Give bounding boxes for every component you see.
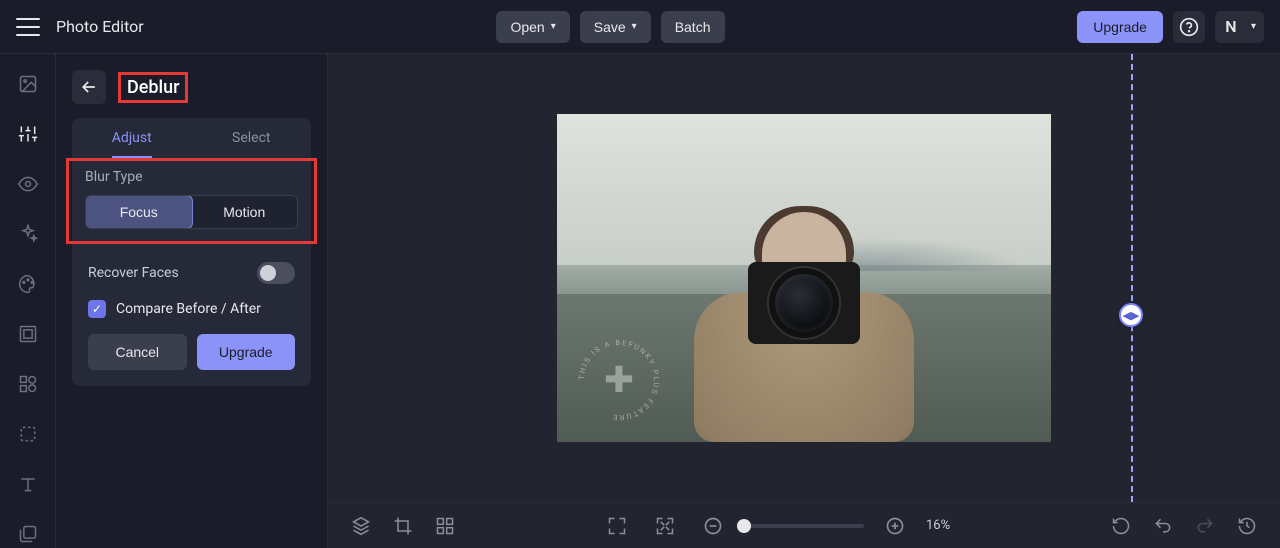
compare-label: Compare Before / After <box>116 301 261 317</box>
tab-select[interactable]: Select <box>192 118 312 158</box>
zoom-in-button[interactable] <box>878 509 912 543</box>
fit-screen-button[interactable] <box>600 509 634 543</box>
chevron-down-icon: ▾ <box>551 21 556 32</box>
upgrade-button-panel[interactable]: Upgrade <box>197 334 296 370</box>
top-bar: Photo Editor Open▾ Save▾ Batch Upgrade N… <box>0 0 1280 54</box>
back-button[interactable] <box>72 70 106 104</box>
crop-tool-button[interactable] <box>386 509 420 543</box>
blur-type-label: Blur Type <box>85 169 298 185</box>
plus-icon: ✚ <box>604 359 634 401</box>
panel-title-annotation: Deblur <box>118 72 188 103</box>
grid-button[interactable] <box>428 509 462 543</box>
account-menu[interactable]: N ▾ <box>1215 11 1264 43</box>
rail-crop-icon[interactable] <box>14 420 42 448</box>
zoom-percentage: 16% <box>926 518 966 533</box>
app-title: Photo Editor <box>56 17 144 36</box>
blur-type-focus[interactable]: Focus <box>85 195 193 229</box>
upgrade-button-top[interactable]: Upgrade <box>1077 11 1163 43</box>
help-icon[interactable] <box>1173 11 1205 43</box>
zoom-out-button[interactable] <box>696 509 730 543</box>
layers-button[interactable] <box>344 509 378 543</box>
rail-shapes-icon[interactable] <box>14 370 42 398</box>
history-button[interactable] <box>1230 509 1264 543</box>
watermark-badge: THIS IS A BEFUNKY PLUS FEATURE ✚ <box>573 334 665 426</box>
panel-tabs: Adjust Select <box>72 118 311 158</box>
avatar: N <box>1215 11 1247 43</box>
blur-type-motion[interactable]: Motion <box>192 196 298 228</box>
photo: THIS IS A BEFUNKY PLUS FEATURE ✚ <box>557 114 1051 442</box>
canvas-area: THIS IS A BEFUNKY PLUS FEATURE ✚ ◀▶ <box>328 54 1280 548</box>
batch-button[interactable]: Batch <box>661 11 725 43</box>
rail-image-icon[interactable] <box>14 70 42 98</box>
canvas-viewport[interactable]: THIS IS A BEFUNKY PLUS FEATURE ✚ <box>328 54 1280 502</box>
panel-title: Deblur <box>127 77 179 98</box>
compare-divider <box>1131 54 1133 502</box>
undo-button[interactable] <box>1146 509 1180 543</box>
tool-rail <box>0 54 56 548</box>
chevron-down-icon: ▾ <box>1251 21 1256 32</box>
compare-checkbox[interactable]: ✓ <box>88 300 106 318</box>
recover-faces-toggle[interactable] <box>257 262 295 284</box>
rail-layers-icon[interactable] <box>14 520 42 548</box>
blur-type-segmented: Focus Motion <box>85 195 298 229</box>
redo-button[interactable] <box>1188 509 1222 543</box>
blur-type-annotation: Blur Type Focus Motion <box>66 158 317 244</box>
reset-button[interactable] <box>1104 509 1138 543</box>
menu-icon[interactable] <box>16 18 40 36</box>
bottom-bar: 16% <box>328 502 1280 548</box>
tab-adjust[interactable]: Adjust <box>72 118 192 158</box>
rail-sparkle-icon[interactable] <box>14 220 42 248</box>
rail-frame-icon[interactable] <box>14 320 42 348</box>
open-button[interactable]: Open▾ <box>496 11 569 43</box>
cancel-button[interactable]: Cancel <box>88 334 187 370</box>
recover-faces-label: Recover Faces <box>88 265 179 281</box>
rail-palette-icon[interactable] <box>14 270 42 298</box>
save-button[interactable]: Save▾ <box>580 11 651 43</box>
chevron-down-icon: ▾ <box>632 21 637 32</box>
rail-eye-icon[interactable] <box>14 170 42 198</box>
rail-sliders-icon[interactable] <box>14 120 42 148</box>
zoom-slider[interactable] <box>744 524 864 528</box>
actual-size-button[interactable] <box>648 509 682 543</box>
rail-text-icon[interactable] <box>14 470 42 498</box>
side-panel: Deblur Adjust Select Blur Type Focus Mot… <box>56 54 328 548</box>
compare-slider-handle[interactable]: ◀▶ <box>1119 303 1143 327</box>
